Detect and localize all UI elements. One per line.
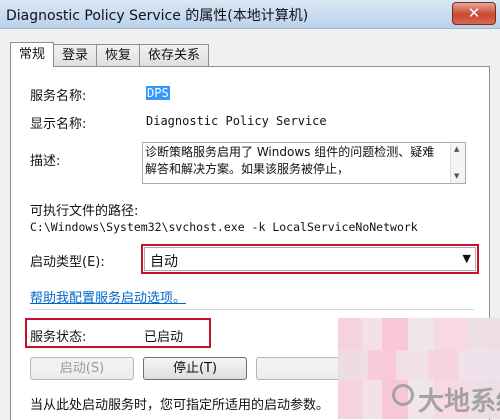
- tab-recovery[interactable]: 恢复: [96, 44, 141, 66]
- description-text: 诊断策略服务启用了 Windows 组件的问题检测、疑难解答和解决方案。如果该服…: [145, 145, 435, 176]
- display-name-value: Diagnostic Policy Service: [146, 114, 327, 128]
- startup-type-label: 启动类型(E):: [30, 255, 105, 270]
- watermark-text: 大地系统: [418, 387, 500, 417]
- divider: [30, 309, 474, 310]
- startup-highlight-box: [141, 244, 479, 274]
- close-button[interactable]: ✕: [452, 2, 496, 25]
- title-bar: Diagnostic Policy Service 的属性(本地计算机) ✕: [0, 0, 500, 29]
- window-title: Diagnostic Policy Service 的属性(本地计算机): [6, 8, 309, 24]
- description-label: 描述:: [30, 154, 61, 169]
- tab-dependencies[interactable]: 依存关系: [139, 44, 210, 66]
- exe-path-value: C:\Windows\System32\svchost.exe -k Local…: [30, 220, 418, 234]
- close-icon: ✕: [467, 4, 481, 22]
- start-button[interactable]: 启动(S): [30, 357, 134, 380]
- watermark-mosaic-row: [338, 350, 500, 380]
- pause-button[interactable]: [256, 357, 338, 380]
- service-name-label: 服务名称:: [30, 89, 87, 104]
- help-link[interactable]: 帮助我配置服务启动选项。: [30, 287, 186, 306]
- service-name-value[interactable]: DPS: [146, 86, 170, 100]
- display-name-label: 显示名称:: [30, 117, 87, 132]
- stop-button[interactable]: 停止(T): [143, 357, 247, 380]
- startup-params-hint: 当从此处启动服务时，您可指定所适用的启动参数。: [30, 398, 330, 413]
- service-name-text: DPS: [146, 86, 170, 100]
- tab-strip: 常规 登录 恢复 依存关系: [10, 42, 210, 67]
- scroll-down-icon[interactable]: ▼: [454, 172, 459, 180]
- tab-logon[interactable]: 登录: [53, 44, 98, 66]
- description-scrollbar[interactable]: ▲ ▼: [450, 143, 465, 183]
- exe-path-label: 可执行文件的路径:: [30, 204, 139, 219]
- status-highlight-box: [25, 318, 211, 348]
- tab-general[interactable]: 常规: [10, 42, 55, 67]
- scroll-up-icon[interactable]: ▲: [454, 145, 459, 153]
- description-box[interactable]: 诊断策略服务启用了 Windows 组件的问题检测、疑难解答和解决方案。如果该服…: [142, 142, 466, 184]
- watermark-logo-icon: [392, 384, 414, 406]
